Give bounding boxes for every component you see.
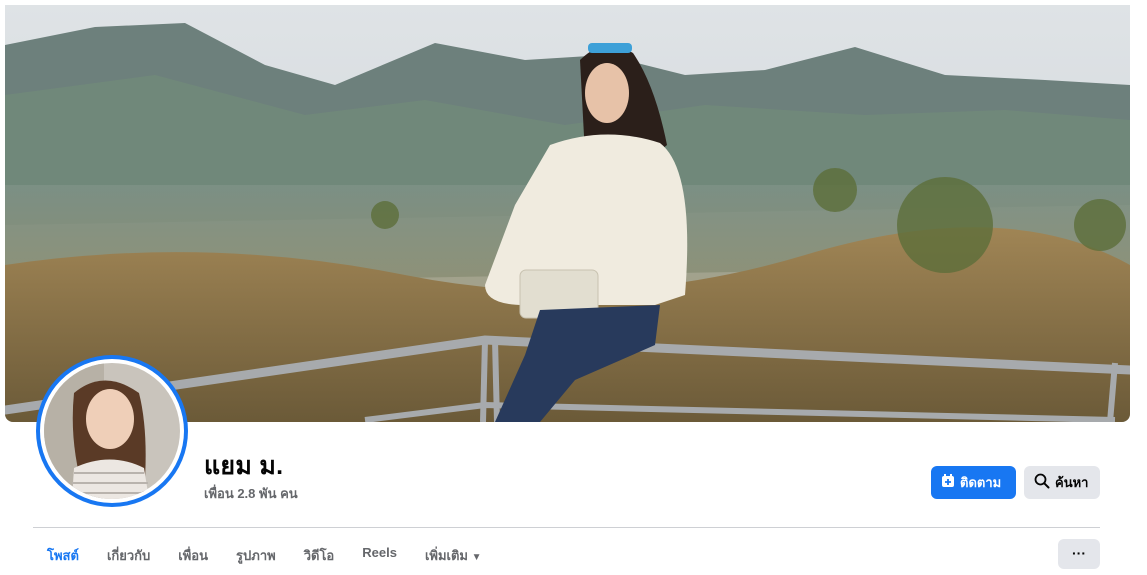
tab-more-label: เพิ่มเติม [424, 548, 468, 563]
avatar-photo [40, 359, 184, 503]
tab-posts[interactable]: โพสต์ [33, 545, 93, 575]
tab-about[interactable]: เกี่ยวกับ [93, 545, 164, 575]
search-icon [1034, 473, 1050, 492]
follow-label: ติดตาม [960, 475, 1002, 490]
profile-tabs: โพสต์ เกี่ยวกับ เพื่อน รูปภาพ วิดีโอ Ree… [33, 545, 496, 575]
cover-photo[interactable] [5, 5, 1130, 422]
search-label: ค้นหา [1055, 475, 1089, 490]
tab-reels[interactable]: Reels [348, 545, 411, 575]
follow-button[interactable]: ติดตาม [931, 466, 1016, 499]
friend-count[interactable]: เพื่อน 2.8 พัน คน [204, 483, 298, 504]
search-button[interactable]: ค้นหา [1024, 466, 1100, 499]
follow-icon [941, 474, 955, 491]
tab-videos[interactable]: วิดีโอ [290, 545, 349, 575]
ellipsis-icon[interactable]: ··· [1058, 539, 1100, 569]
caret-down-icon: ▼ [471, 552, 482, 563]
tab-photos[interactable]: รูปภาพ [222, 545, 290, 575]
profile-name: แยม ม. [204, 452, 284, 480]
tab-more[interactable]: เพิ่มเติม ▼ [411, 545, 496, 575]
tab-friends[interactable]: เพื่อน [164, 545, 222, 575]
divider [33, 527, 1100, 528]
profile-avatar[interactable] [36, 355, 188, 507]
